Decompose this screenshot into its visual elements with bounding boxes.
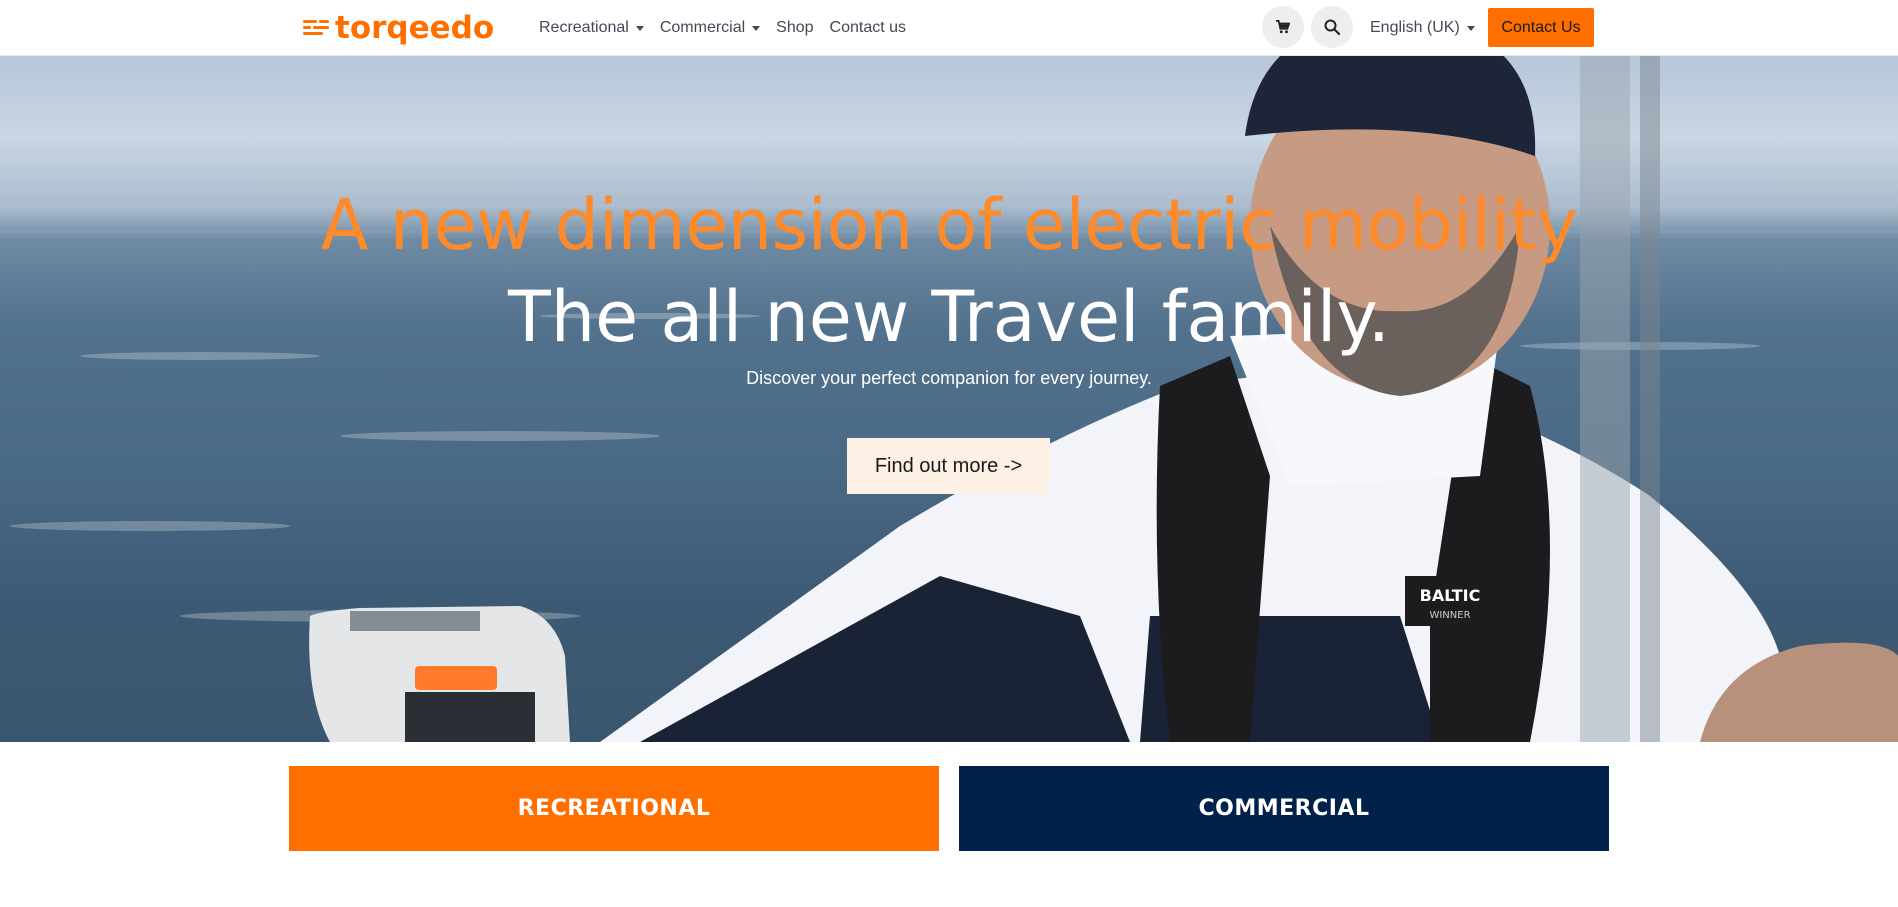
caret-down-icon: [635, 25, 644, 31]
cart-icon: [1276, 20, 1290, 34]
nav-item-shop[interactable]: Shop: [776, 19, 813, 37]
hero-headline: A new dimension of electric mobility: [320, 184, 1578, 266]
recreational-category-button[interactable]: RECREATIONAL: [289, 766, 939, 851]
caret-down-icon: [1466, 25, 1475, 31]
logo-text: torqeedo: [335, 10, 495, 46]
top-navbar: torqeedo Recreational Commercial Shop Co…: [0, 0, 1898, 56]
search-button[interactable]: [1311, 6, 1353, 48]
torqeedo-logo[interactable]: torqeedo: [303, 10, 495, 46]
contact-us-button[interactable]: Contact Us: [1488, 8, 1594, 47]
main-nav: Recreational Commercial Shop Contact us: [539, 0, 922, 56]
language-label: English (UK): [1370, 19, 1460, 36]
nav-item-recreational[interactable]: Recreational: [539, 19, 644, 37]
hero-tagline: Discover your perfect companion for ever…: [746, 368, 1152, 388]
nav-item-label: Recreational: [539, 19, 629, 36]
cart-button[interactable]: [1262, 6, 1304, 48]
search-icon: [1324, 19, 1340, 35]
nav-item-contact[interactable]: Contact us: [830, 19, 906, 37]
commercial-category-button[interactable]: COMMERCIAL: [959, 766, 1609, 851]
vest-badge-text: BALTIC: [1420, 586, 1481, 605]
nav-item-commercial[interactable]: Commercial: [659, 19, 761, 37]
caret-down-icon: [752, 25, 761, 31]
logo-mark-icon: [303, 17, 329, 39]
hero-subheadline: The all new Travel family.: [507, 276, 1391, 358]
nav-item-label: Contact us: [829, 19, 907, 36]
hero-banner: BALTIC WINNER A new dimension of electri…: [0, 56, 1898, 742]
nav-item-label: Shop: [776, 19, 814, 36]
nav-item-label: Commercial: [659, 19, 746, 36]
vest-badge-sub: WINNER: [1429, 610, 1470, 621]
hero-image: BALTIC WINNER: [10, 56, 1898, 742]
language-selector[interactable]: English (UK): [1370, 0, 1475, 56]
find-out-more-button[interactable]: Find out more ->: [847, 438, 1050, 494]
